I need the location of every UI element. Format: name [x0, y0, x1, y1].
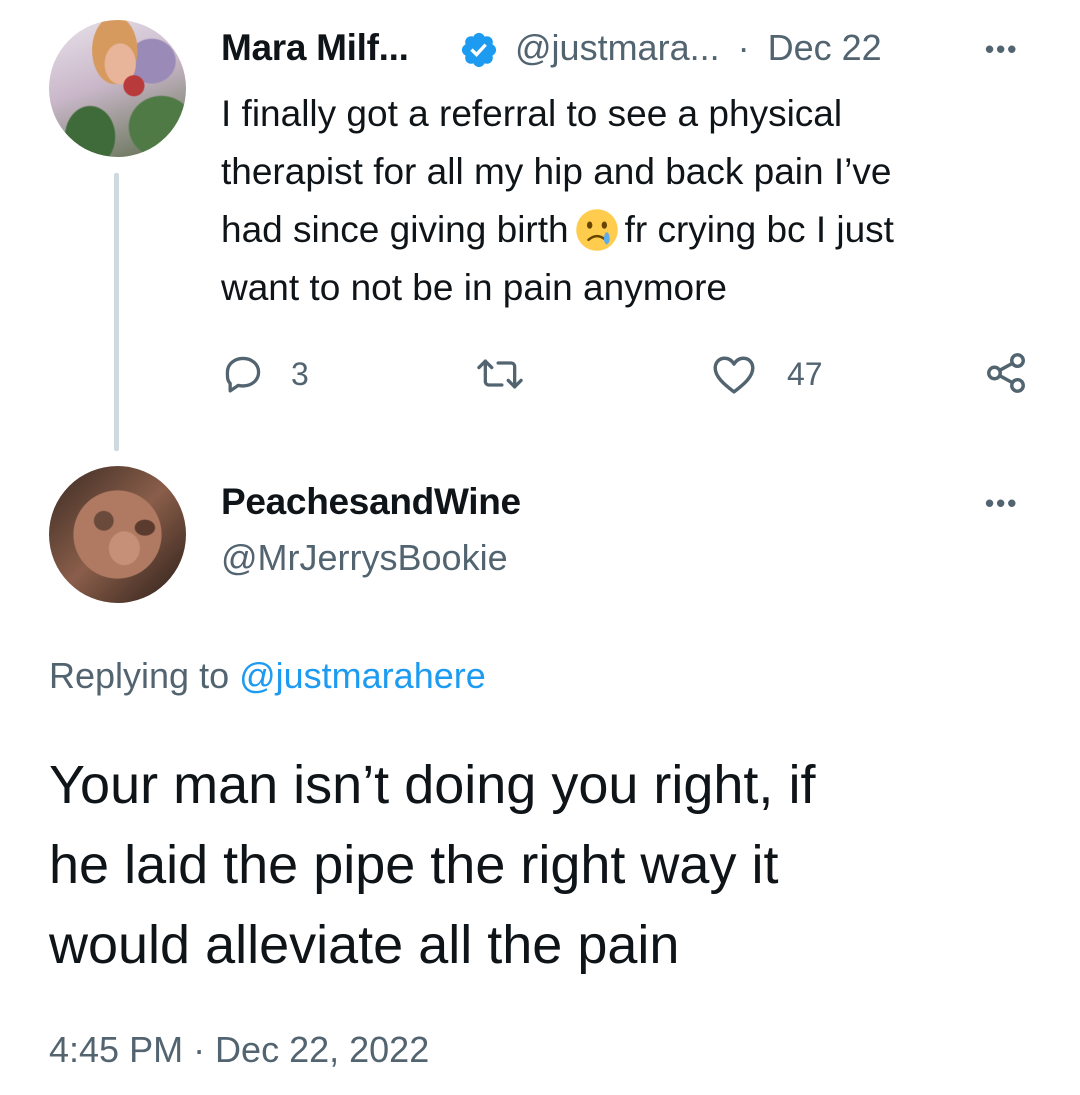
- share-icon: [987, 353, 1025, 393]
- parent-text-line-4: want to not be in pain anymore: [221, 267, 727, 308]
- parent-text-line-1: I finally got a referral to see a physic…: [221, 93, 843, 134]
- share-action[interactable]: [983, 350, 1029, 396]
- parent-more-options-icon[interactable]: •••: [985, 34, 1018, 65]
- reply-more-options-icon[interactable]: •••: [985, 488, 1018, 519]
- reply-text-line-3: would alleviate all the pain: [49, 915, 680, 975]
- parent-tweet-text: I finally got a referral to see a physic…: [221, 85, 1041, 317]
- thread-connector-line: [114, 173, 119, 451]
- like-action[interactable]: 47: [711, 352, 823, 396]
- reply-timestamp[interactable]: 4:45 PM · Dec 22, 2022: [49, 1025, 429, 1075]
- avatar-mara[interactable]: [49, 20, 186, 157]
- reply-handle[interactable]: @MrJerrysBookie: [221, 534, 508, 582]
- date-separator: ·: [737, 27, 750, 68]
- parent-text-line-2: therapist for all my hip and back pain I…: [221, 151, 892, 192]
- heart-icon: [713, 356, 755, 394]
- reply-display-name[interactable]: PeachesandWine: [221, 478, 521, 526]
- reply-text-line-1: Your man isn’t doing you right, if: [49, 755, 816, 815]
- reply-tweet-text: Your man isn’t doing you right, if he la…: [49, 745, 1049, 985]
- verified-badge-icon: [461, 32, 497, 68]
- reply-icon: [225, 356, 261, 393]
- retweet-action[interactable]: [476, 352, 524, 396]
- retweet-icon: [477, 359, 523, 389]
- face-holding-back-tears-emoji-icon: [575, 209, 618, 251]
- parent-handle[interactable]: @justmara...: [515, 27, 720, 68]
- parent-text-line-3b: fr crying bc I just: [624, 209, 894, 250]
- like-count: 47: [787, 355, 823, 392]
- parent-display-name[interactable]: Mara Milf...: [221, 24, 409, 72]
- reply-count: 3: [291, 355, 309, 392]
- parent-text-line-3a: had since giving birth: [221, 209, 569, 250]
- parent-date[interactable]: Dec 22: [768, 27, 882, 68]
- replying-prefix: Replying to: [49, 655, 240, 696]
- replying-to-line: Replying to @justmarahere: [49, 652, 486, 700]
- avatar-peachesandwine[interactable]: [49, 466, 186, 603]
- reply-action[interactable]: 3: [221, 352, 309, 396]
- parent-text-line-3: had since giving birth fr crying bc I ju…: [221, 201, 1041, 259]
- reply-text-line-2: he laid the pipe the right way it: [49, 835, 779, 895]
- parent-handle-date: @justmara... · Dec 22: [515, 24, 882, 72]
- replying-to-link[interactable]: @justmarahere: [239, 655, 486, 696]
